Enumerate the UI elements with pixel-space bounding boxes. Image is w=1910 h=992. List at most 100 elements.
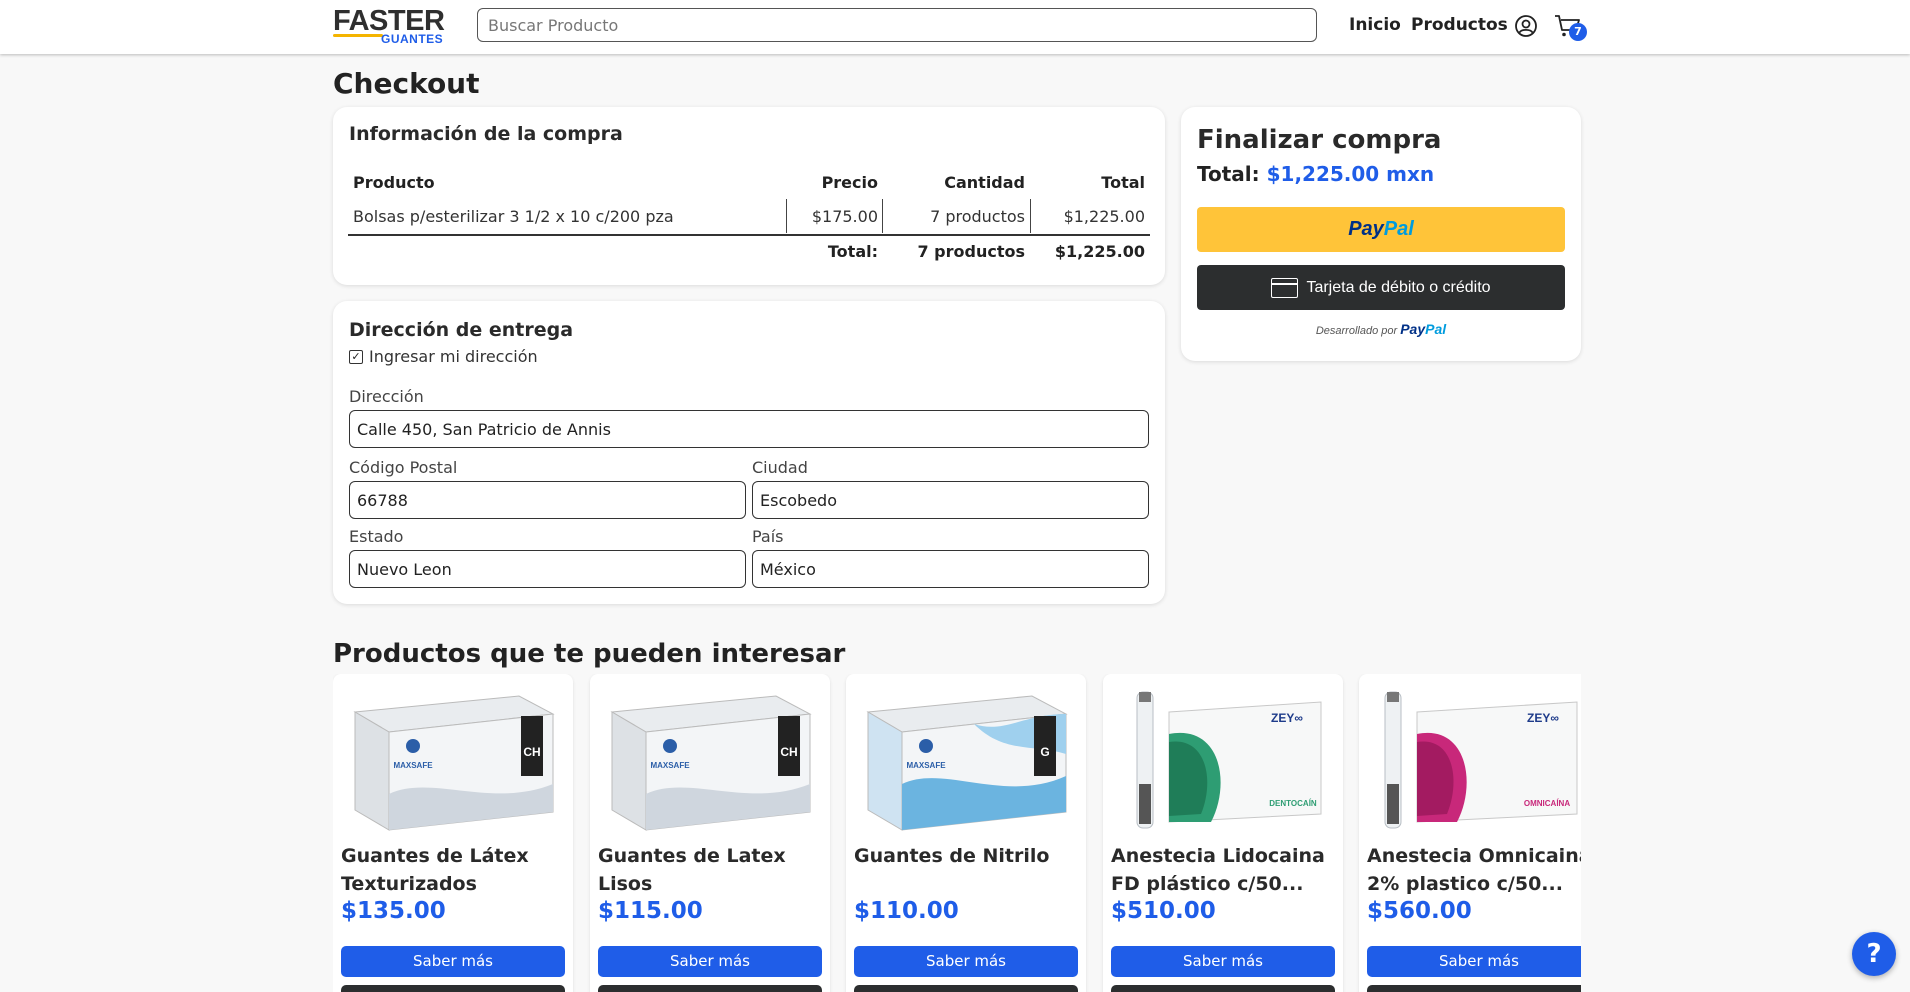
address-checkbox[interactable]: ✓ bbox=[349, 349, 363, 364]
footer-qty: 7 productos bbox=[917, 242, 1025, 261]
product-name: Guantes de Nitrilo bbox=[854, 845, 1050, 867]
col-header-qty: Cantidad bbox=[944, 173, 1025, 192]
svg-text:OMNICAÍNA: OMNICAÍNA bbox=[1524, 799, 1570, 808]
product-card[interactable]: CH MAXSAFE Guantes de Látex Texturizados… bbox=[333, 674, 573, 992]
address-checkbox-label: Ingresar mi dirección bbox=[369, 347, 538, 366]
ciudad-label: Ciudad bbox=[752, 458, 808, 477]
col-header-product: Producto bbox=[353, 173, 435, 192]
column-divider bbox=[786, 199, 787, 233]
finalize-total: Total: $1,225.00 mxn bbox=[1197, 162, 1434, 186]
column-divider bbox=[882, 199, 883, 233]
product-price: $110.00 bbox=[854, 898, 959, 924]
powered-by-paypal: Desarrollado por PayPal bbox=[1181, 321, 1581, 337]
product-image: ZEY∞ OMNICAÍNA bbox=[1384, 691, 1578, 829]
card-payment-label: Tarjeta de débito o crédito bbox=[1306, 278, 1491, 296]
product-image: CH MAXSAFE bbox=[353, 695, 555, 831]
product-image: CH MAXSAFE bbox=[610, 695, 812, 831]
products-carousel: CH MAXSAFE Guantes de Látex Texturizados… bbox=[333, 674, 1581, 992]
logo-underline bbox=[333, 34, 383, 37]
row-qty: 7 productos bbox=[930, 207, 1025, 226]
svg-text:MAXSAFE: MAXSAFE bbox=[393, 761, 433, 770]
purchase-info-title: Información de la compra bbox=[349, 123, 623, 145]
saber-mas-button[interactable]: Saber más bbox=[598, 946, 822, 977]
ciudad-field[interactable] bbox=[752, 481, 1149, 519]
footer-total-label: Total: bbox=[827, 242, 878, 261]
paypal-logo-pay: Pay bbox=[1348, 218, 1384, 240]
address-title: Dirección de entrega bbox=[349, 319, 574, 341]
product-card[interactable]: ZEY∞ DENTOCAÍN Anestecia Lidocaina FD pl… bbox=[1103, 674, 1343, 992]
site-logo[interactable]: FASTER GUANTES bbox=[333, 6, 445, 46]
product-price: $115.00 bbox=[598, 898, 703, 924]
pais-label: País bbox=[752, 527, 784, 546]
user-circle-icon[interactable] bbox=[1514, 14, 1538, 38]
address-checkbox-row[interactable]: ✓ Ingresar mi dirección bbox=[349, 347, 538, 366]
cart-count-badge: 7 bbox=[1569, 23, 1587, 41]
purchase-info-card: Información de la compra Producto Precio… bbox=[333, 107, 1165, 285]
footer-total: $1,225.00 bbox=[1054, 242, 1145, 261]
paypal-logo-pal: Pal bbox=[1383, 218, 1414, 240]
finalize-purchase-card: Finalizar compra Total: $1,225.00 mxn Pa… bbox=[1181, 107, 1581, 361]
pais-field[interactable] bbox=[752, 550, 1149, 588]
help-button[interactable]: ? bbox=[1852, 932, 1896, 976]
direccion-label: Dirección bbox=[349, 387, 424, 406]
nav-inicio-link[interactable]: Inicio bbox=[1349, 15, 1401, 35]
svg-text:G: G bbox=[1040, 745, 1049, 759]
card-payment-button[interactable]: Tarjeta de débito o crédito bbox=[1197, 265, 1565, 310]
product-card[interactable]: G MAXSAFE Guantes de Nitrilo $110.00 Sab… bbox=[846, 674, 1086, 992]
col-header-total: Total bbox=[1101, 173, 1145, 192]
svg-text:ZEY∞: ZEY∞ bbox=[1271, 711, 1303, 725]
saber-mas-button[interactable]: Saber más bbox=[1111, 946, 1335, 977]
recommendations-title: Productos que te pueden interesar bbox=[333, 639, 846, 669]
saber-mas-button[interactable]: Saber más bbox=[854, 946, 1078, 977]
finalize-total-label: Total: bbox=[1197, 162, 1260, 186]
finalize-title: Finalizar compra bbox=[1197, 125, 1442, 155]
cp-label: Código Postal bbox=[349, 458, 458, 477]
product-price: $510.00 bbox=[1111, 898, 1216, 924]
svg-text:DENTOCAÍN: DENTOCAÍN bbox=[1269, 799, 1317, 808]
address-card: Dirección de entrega ✓ Ingresar mi direc… bbox=[333, 301, 1165, 604]
add-to-cart-button[interactable] bbox=[854, 985, 1078, 992]
svg-text:CH: CH bbox=[523, 745, 540, 759]
product-name: Guantes de Látex Texturizados bbox=[341, 845, 529, 895]
direccion-field[interactable] bbox=[349, 410, 1149, 448]
powered-by-text: Desarrollado por bbox=[1315, 325, 1398, 337]
table-divider bbox=[348, 234, 1150, 236]
svg-text:CH: CH bbox=[780, 745, 797, 759]
product-card[interactable]: CH MAXSAFE Guantes de Latex Lisos $115.0… bbox=[590, 674, 830, 992]
add-to-cart-button[interactable] bbox=[341, 985, 565, 992]
product-name: Anestecia Omnicaina 2% plastico c/50... bbox=[1367, 845, 1581, 895]
product-card[interactable]: ZEY∞ OMNICAÍNA Anestecia Omnicaina 2% pl… bbox=[1359, 674, 1581, 992]
saber-mas-button[interactable]: Saber más bbox=[341, 946, 565, 977]
product-name: Guantes de Latex Lisos bbox=[598, 845, 786, 895]
row-total: $1,225.00 bbox=[1063, 207, 1145, 226]
product-image: ZEY∞ DENTOCAÍN bbox=[1136, 691, 1322, 829]
svg-text:ZEY∞: ZEY∞ bbox=[1527, 711, 1559, 725]
powered-paypal-pay: Pay bbox=[1400, 321, 1426, 337]
add-to-cart-button[interactable] bbox=[1367, 985, 1581, 992]
product-price: $135.00 bbox=[341, 898, 446, 924]
nav-productos-link[interactable]: Productos bbox=[1411, 15, 1508, 35]
row-product-name: Bolsas p/esterilizar 3 1/2 x 10 c/200 pz… bbox=[353, 207, 674, 226]
row-price: $175.00 bbox=[811, 207, 878, 226]
credit-card-icon bbox=[1271, 277, 1299, 298]
saber-mas-button[interactable]: Saber más bbox=[1367, 946, 1581, 977]
estado-label: Estado bbox=[349, 527, 404, 546]
column-divider bbox=[1030, 199, 1031, 233]
paypal-button[interactable]: PayPal bbox=[1197, 207, 1565, 252]
product-image: G MAXSAFE bbox=[866, 695, 1068, 831]
col-header-price: Precio bbox=[821, 173, 878, 192]
cp-field[interactable] bbox=[349, 481, 746, 519]
search-input[interactable] bbox=[477, 8, 1317, 42]
product-price: $560.00 bbox=[1367, 898, 1472, 924]
logo-sub-text: GUANTES bbox=[381, 32, 444, 46]
top-header: FASTER GUANTES Inicio Productos 7 bbox=[0, 0, 1910, 54]
add-to-cart-button[interactable] bbox=[598, 985, 822, 992]
finalize-total-amount: $1,225.00 mxn bbox=[1266, 162, 1435, 186]
add-to-cart-button[interactable] bbox=[1111, 985, 1335, 992]
product-name: Anestecia Lidocaina FD plástico c/50... bbox=[1111, 845, 1325, 895]
page-title: Checkout bbox=[333, 67, 480, 100]
svg-text:MAXSAFE: MAXSAFE bbox=[906, 761, 946, 770]
svg-text:MAXSAFE: MAXSAFE bbox=[650, 761, 690, 770]
estado-field[interactable] bbox=[349, 550, 746, 588]
powered-paypal-pal: Pal bbox=[1425, 321, 1447, 337]
